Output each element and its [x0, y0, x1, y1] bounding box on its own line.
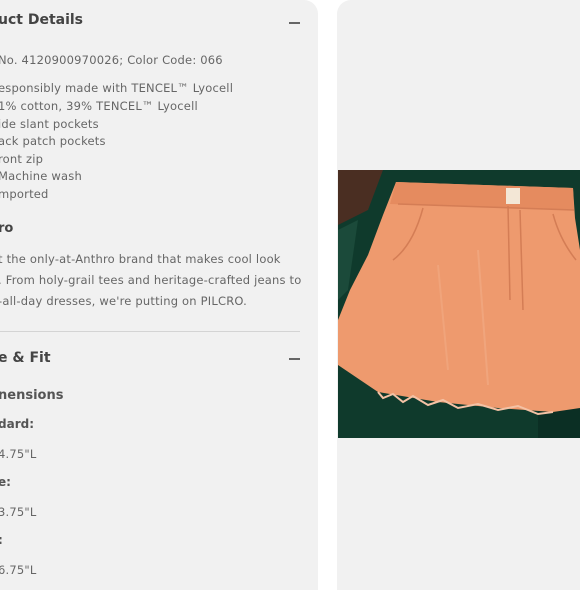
brand-heading: ro [0, 221, 14, 236]
collapse-product-details-minus-icon[interactable] [289, 22, 300, 24]
product-photo-skirt[interactable] [338, 170, 580, 438]
size-length-standard: 4.75"L [0, 447, 37, 461]
brand-description-line: . From holy-grail tees and heritage-craf… [0, 273, 302, 287]
collapse-size-fit-minus-icon[interactable] [289, 358, 300, 360]
size-fit-heading[interactable]: e & Fit [0, 350, 51, 366]
style-number: No. 4120900970026; Color Code: 066 [0, 53, 223, 67]
size-length-petite: 3.75"L [0, 505, 37, 519]
feature-item: 1% cotton, 39% TENCEL™ Lyocell [0, 99, 198, 113]
feature-item: Machine wash [0, 169, 82, 183]
size-length-plus: 6.75"L [0, 563, 37, 577]
size-label-petite: e: [0, 475, 11, 489]
size-label-standard: dard: [0, 417, 34, 431]
feature-item: ack patch pockets [0, 134, 106, 148]
size-label-plus: : [0, 533, 3, 547]
product-info-panel: uct Details No. 4120900970026; Color Cod… [0, 0, 318, 590]
feature-item: mported [0, 187, 49, 201]
feature-item: ide slant pockets [0, 117, 99, 131]
feature-item: esponsibly made with TENCEL™ Lyocell [0, 81, 234, 95]
dimensions-heading: nensions [0, 388, 64, 403]
section-divider [0, 331, 300, 332]
product-details-heading[interactable]: uct Details [0, 12, 83, 28]
brand-description-line: t the only-at-Anthro brand that makes co… [0, 252, 281, 266]
feature-item: ront zip [0, 152, 44, 166]
brand-description-line: -all-day dresses, we're putting on PILCR… [0, 294, 248, 308]
